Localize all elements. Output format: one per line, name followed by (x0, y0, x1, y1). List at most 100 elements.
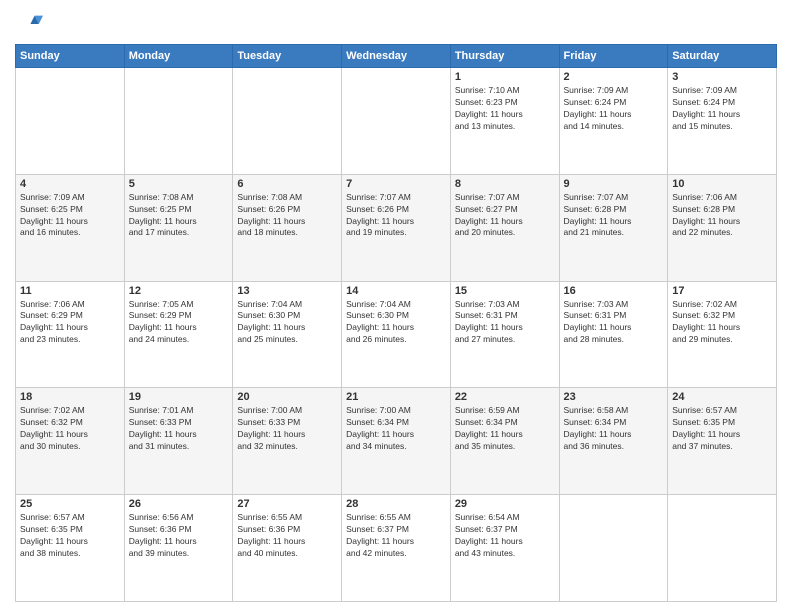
day-info: Sunrise: 7:06 AM Sunset: 6:28 PM Dayligh… (672, 192, 772, 240)
day-info: Sunrise: 7:10 AM Sunset: 6:23 PM Dayligh… (455, 85, 555, 133)
calendar-cell: 13 Sunrise: 7:04 AM Sunset: 6:30 PM Dayli… (233, 281, 342, 388)
calendar-cell: 5 Sunrise: 7:08 AM Sunset: 6:25 PM Daylig… (124, 174, 233, 281)
day-number: 7 (346, 178, 446, 190)
calendar-cell: 28 Sunrise: 6:55 AM Sunset: 6:37 PM Dayli… (342, 495, 451, 602)
day-number: 21 (346, 391, 446, 403)
calendar-cell: 15Sunrise: 7:03 AM Sunset: 6:31 PM Dayli… (450, 281, 559, 388)
day-info: Sunrise: 6:55 AM Sunset: 6:37 PM Dayligh… (346, 512, 446, 560)
calendar-cell: 10 Sunrise: 7:06 AM Sunset: 6:28 PM Dayli… (668, 174, 777, 281)
calendar-cell: 6 Sunrise: 7:08 AM Sunset: 6:26 PM Daylig… (233, 174, 342, 281)
calendar-cell: 27 Sunrise: 6:55 AM Sunset: 6:36 PM Dayli… (233, 495, 342, 602)
calendar-cell (559, 495, 668, 602)
calendar-cell: 12Sunrise: 7:05 AM Sunset: 6:29 PM Dayli… (124, 281, 233, 388)
day-info: Sunrise: 7:08 AM Sunset: 6:25 PM Dayligh… (129, 192, 229, 240)
calendar-cell: 2 Sunrise: 7:09 AM Sunset: 6:24 PM Daylig… (559, 68, 668, 175)
weekday-friday: Friday (559, 45, 668, 68)
week-row-3: 11 Sunrise: 7:06 AM Sunset: 6:29 PM Dayli… (16, 281, 777, 388)
calendar-cell (342, 68, 451, 175)
day-number: 17 (672, 285, 772, 297)
day-number: 16 (564, 285, 664, 297)
calendar-table: SundayMondayTuesdayWednesdayThursdayFrid… (15, 44, 777, 602)
weekday-header-row: SundayMondayTuesdayWednesdayThursdayFrid… (16, 45, 777, 68)
week-row-2: 4 Sunrise: 7:09 AM Sunset: 6:25 PM Daylig… (16, 174, 777, 281)
day-info: Sunrise: 7:09 AM Sunset: 6:25 PM Dayligh… (20, 192, 120, 240)
day-info: Sunrise: 7:02 AM Sunset: 6:32 PM Dayligh… (20, 405, 120, 453)
calendar-cell: 11 Sunrise: 7:06 AM Sunset: 6:29 PM Dayli… (16, 281, 125, 388)
week-row-1: 1 Sunrise: 7:10 AM Sunset: 6:23 PM Daylig… (16, 68, 777, 175)
weekday-saturday: Saturday (668, 45, 777, 68)
day-number: 2 (564, 71, 664, 83)
day-info: Sunrise: 7:00 AM Sunset: 6:34 PM Dayligh… (346, 405, 446, 453)
weekday-monday: Monday (124, 45, 233, 68)
calendar-cell: 26Sunrise: 6:56 AM Sunset: 6:36 PM Dayli… (124, 495, 233, 602)
day-number: 22 (455, 391, 555, 403)
day-number: 14 (346, 285, 446, 297)
calendar-cell: 18 Sunrise: 7:02 AM Sunset: 6:32 PM Dayli… (16, 388, 125, 495)
calendar-cell: 3Sunrise: 7:09 AM Sunset: 6:24 PM Daylig… (668, 68, 777, 175)
day-number: 24 (672, 391, 772, 403)
day-number: 13 (237, 285, 337, 297)
page: SundayMondayTuesdayWednesdayThursdayFrid… (0, 0, 792, 612)
calendar-cell: 4 Sunrise: 7:09 AM Sunset: 6:25 PM Daylig… (16, 174, 125, 281)
day-info: Sunrise: 6:56 AM Sunset: 6:36 PM Dayligh… (129, 512, 229, 560)
calendar-cell (233, 68, 342, 175)
day-info: Sunrise: 6:57 AM Sunset: 6:35 PM Dayligh… (672, 405, 772, 453)
day-number: 11 (20, 285, 120, 297)
calendar-cell (16, 68, 125, 175)
logo-icon (15, 10, 43, 38)
day-info: Sunrise: 7:04 AM Sunset: 6:30 PM Dayligh… (346, 299, 446, 347)
week-row-4: 18 Sunrise: 7:02 AM Sunset: 6:32 PM Dayli… (16, 388, 777, 495)
calendar-cell: 21 Sunrise: 7:00 AM Sunset: 6:34 PM Dayli… (342, 388, 451, 495)
day-info: Sunrise: 7:07 AM Sunset: 6:27 PM Dayligh… (455, 192, 555, 240)
day-info: Sunrise: 7:02 AM Sunset: 6:32 PM Dayligh… (672, 299, 772, 347)
calendar-cell: 14 Sunrise: 7:04 AM Sunset: 6:30 PM Dayli… (342, 281, 451, 388)
calendar-cell: 16 Sunrise: 7:03 AM Sunset: 6:31 PM Dayli… (559, 281, 668, 388)
calendar-cell: 9 Sunrise: 7:07 AM Sunset: 6:28 PM Daylig… (559, 174, 668, 281)
logo (15, 10, 47, 38)
day-info: Sunrise: 6:59 AM Sunset: 6:34 PM Dayligh… (455, 405, 555, 453)
day-info: Sunrise: 7:09 AM Sunset: 6:24 PM Dayligh… (564, 85, 664, 133)
day-info: Sunrise: 7:00 AM Sunset: 6:33 PM Dayligh… (237, 405, 337, 453)
day-info: Sunrise: 7:09 AM Sunset: 6:24 PM Dayligh… (672, 85, 772, 133)
header (15, 10, 777, 38)
day-number: 9 (564, 178, 664, 190)
day-number: 23 (564, 391, 664, 403)
day-info: Sunrise: 7:07 AM Sunset: 6:28 PM Dayligh… (564, 192, 664, 240)
calendar-cell: 22 Sunrise: 6:59 AM Sunset: 6:34 PM Dayli… (450, 388, 559, 495)
day-info: Sunrise: 7:08 AM Sunset: 6:26 PM Dayligh… (237, 192, 337, 240)
day-number: 25 (20, 498, 120, 510)
day-info: Sunrise: 6:55 AM Sunset: 6:36 PM Dayligh… (237, 512, 337, 560)
week-row-5: 25 Sunrise: 6:57 AM Sunset: 6:35 PM Dayli… (16, 495, 777, 602)
calendar-cell: 7 Sunrise: 7:07 AM Sunset: 6:26 PM Daylig… (342, 174, 451, 281)
day-number: 6 (237, 178, 337, 190)
day-info: Sunrise: 7:01 AM Sunset: 6:33 PM Dayligh… (129, 405, 229, 453)
day-info: Sunrise: 7:04 AM Sunset: 6:30 PM Dayligh… (237, 299, 337, 347)
day-number: 29 (455, 498, 555, 510)
calendar-cell: 23 Sunrise: 6:58 AM Sunset: 6:34 PM Dayli… (559, 388, 668, 495)
day-info: Sunrise: 6:54 AM Sunset: 6:37 PM Dayligh… (455, 512, 555, 560)
calendar-cell: 1 Sunrise: 7:10 AM Sunset: 6:23 PM Daylig… (450, 68, 559, 175)
day-number: 20 (237, 391, 337, 403)
day-info: Sunrise: 6:58 AM Sunset: 6:34 PM Dayligh… (564, 405, 664, 453)
calendar-cell: 8Sunrise: 7:07 AM Sunset: 6:27 PM Daylig… (450, 174, 559, 281)
weekday-wednesday: Wednesday (342, 45, 451, 68)
day-number: 4 (20, 178, 120, 190)
weekday-sunday: Sunday (16, 45, 125, 68)
day-info: Sunrise: 7:03 AM Sunset: 6:31 PM Dayligh… (564, 299, 664, 347)
day-number: 19 (129, 391, 229, 403)
weekday-tuesday: Tuesday (233, 45, 342, 68)
day-number: 1 (455, 71, 555, 83)
day-info: Sunrise: 7:06 AM Sunset: 6:29 PM Dayligh… (20, 299, 120, 347)
calendar-cell (124, 68, 233, 175)
day-number: 28 (346, 498, 446, 510)
day-number: 12 (129, 285, 229, 297)
day-number: 18 (20, 391, 120, 403)
day-number: 15 (455, 285, 555, 297)
day-number: 27 (237, 498, 337, 510)
day-info: Sunrise: 7:07 AM Sunset: 6:26 PM Dayligh… (346, 192, 446, 240)
calendar-cell: 17 Sunrise: 7:02 AM Sunset: 6:32 PM Dayli… (668, 281, 777, 388)
day-number: 10 (672, 178, 772, 190)
day-info: Sunrise: 6:57 AM Sunset: 6:35 PM Dayligh… (20, 512, 120, 560)
calendar-cell: 20 Sunrise: 7:00 AM Sunset: 6:33 PM Dayli… (233, 388, 342, 495)
day-number: 5 (129, 178, 229, 190)
